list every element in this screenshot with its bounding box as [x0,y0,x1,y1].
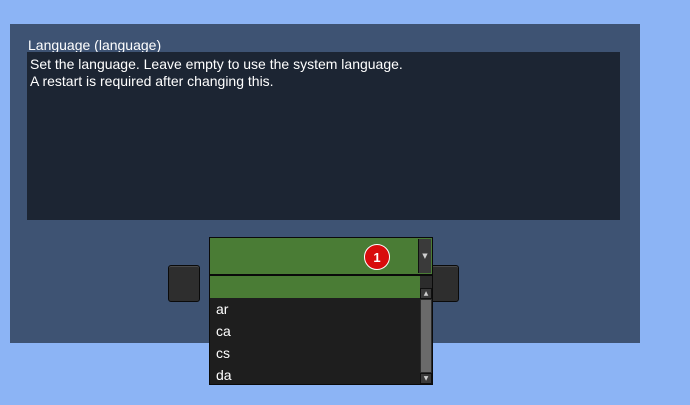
scroll-down-icon[interactable]: ▼ [420,373,432,384]
dropdown-option[interactable]: ca [210,320,421,342]
language-dropdown-list[interactable]: ar ca cs da ▲ ▼ [209,275,433,385]
annotation-badge: 1 [364,244,390,270]
description-line: Set the language. Leave empty to use the… [30,56,403,72]
dropdown-scrollbar[interactable]: ▲ ▼ [420,276,432,384]
setting-title: Language (language) [28,37,162,53]
dropdown-option[interactable] [210,276,421,298]
dropdown-option[interactable]: ar [210,298,421,320]
language-combobox[interactable]: ▼ 1 [209,237,433,275]
scroll-up-icon[interactable]: ▲ [420,288,432,299]
chevron-down-icon[interactable]: ▼ [418,239,431,273]
dropdown-option[interactable]: cs [210,342,421,364]
dropdown-option[interactable]: da [210,364,421,384]
description-line: A restart is required after changing thi… [30,73,274,89]
description-box: Set the language. Leave empty to use the… [27,52,620,220]
reset-button[interactable] [168,265,200,302]
scrollbar-thumb[interactable] [421,300,431,372]
